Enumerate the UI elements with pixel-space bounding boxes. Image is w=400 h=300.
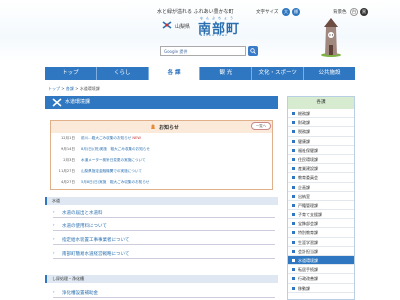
sidebar-item[interactable]: 移動課 — [288, 284, 354, 293]
sidebar-item[interactable]: 税務課 — [288, 127, 354, 137]
text-size-large-button[interactable]: 大 — [282, 8, 290, 16]
notice-date: 9月14日 — [60, 147, 75, 151]
sidebar: 各課 総務課 財政課 税務課 健康課 福祉保健課 住民環境課 産業建設課 教育委員会 企画課 出納… — [287, 96, 355, 300]
nav-culture-sports[interactable]: 文化・スポーツ — [252, 67, 305, 80]
list-item[interactable]: › 指定給水装置工事事業者について — [53, 234, 275, 245]
bell-icon — [151, 124, 155, 129]
notice-link[interactable]: 山梨県指定金融機関での実施について — [81, 169, 142, 173]
sidebar-item[interactable]: 会計担当課 — [288, 247, 354, 256]
page-title: 水道環境課 — [65, 99, 91, 105]
notice-link[interactable]: 5月8日(日)実施 粗大ごみ収集のお知らせ — [81, 180, 149, 184]
notice-row: 11月27日 山梨県指定金融機関での実施について — [57, 169, 142, 174]
breadcrumb-current: 水道環境課 — [79, 86, 100, 91]
new-badge: NEW — [132, 136, 141, 140]
bg-white-button[interactable]: 白 — [350, 8, 358, 16]
list-item[interactable]: › 南部町簡易水道経営戦略について — [53, 248, 275, 259]
list-item-label: 南部町簡易水道経営戦略について — [62, 252, 130, 257]
page-title-bar: 水道環境課 — [45, 96, 278, 109]
arrow-right-icon: › — [53, 209, 55, 214]
sidebar-item[interactable]: 産業建設課 — [288, 164, 354, 174]
arrow-right-icon: › — [53, 250, 55, 255]
breadcrumb: トップ > 各課 > 水道環境課 — [48, 86, 100, 92]
list-item-label: 浄化槽設置補助金 — [62, 291, 98, 296]
notice-link[interactable]: 水道メーター検針日変更の実施について — [81, 158, 146, 162]
nav-tourism[interactable]: 観 光 — [200, 67, 253, 80]
notice-date: 2月3日 — [63, 158, 75, 162]
nav-top[interactable]: トップ — [45, 67, 97, 80]
arrow-right-icon: › — [53, 222, 55, 227]
search-icon — [250, 48, 256, 54]
search-button[interactable] — [248, 46, 258, 56]
notice-row: 2月3日 水道メーター検針日変更の実施について — [57, 158, 146, 163]
sidebar-item[interactable]: 宝飾部会課 — [288, 219, 354, 229]
sidebar-item[interactable]: 出納室 — [288, 192, 354, 201]
notice-row: 9月14日 8月(日)(祝)実施 粗大ごみ収集のお知らせ — [57, 147, 150, 152]
sidebar-item[interactable]: 行政改善課 — [288, 274, 354, 284]
search-input[interactable]: Google 提供 — [160, 46, 246, 56]
town-emblem-icon — [162, 21, 172, 29]
notice-link[interactable]: 前川…粗大ごみ収集のお知らせ — [81, 136, 131, 140]
notice-date: 4月27日 — [60, 180, 75, 184]
text-size-label: 文字サイズ — [256, 10, 279, 15]
notice-date: 12月1日 — [60, 136, 75, 140]
list-item[interactable]: › 浄化槽設置補助金 — [53, 287, 275, 298]
breadcrumb-dept[interactable]: 各課 — [66, 86, 74, 91]
list-item-label: 水道の使用料について — [62, 224, 107, 229]
sidebar-item[interactable]: 住民環境課 — [288, 155, 354, 165]
sidebar-item[interactable]: 水道環境課 — [288, 256, 354, 266]
site-tagline: 水と緑が溢れる ふれあい豊かな町 — [157, 9, 234, 15]
sidebar-item[interactable]: 健康課 — [288, 137, 354, 146]
nav-public-facilities[interactable]: 公共施設 — [304, 67, 355, 80]
sidebar-item[interactable]: 戸籍管理課 — [288, 201, 354, 211]
list-item-label: 水道の届出と水道料 — [62, 211, 103, 216]
notice-row: 12月1日 前川…粗大ごみ収集のお知らせ NEW — [57, 136, 141, 141]
town-english-name: Nanbu Town — [200, 33, 229, 37]
sidebar-item[interactable]: 生涯学習課 — [288, 238, 354, 247]
notice-list-button[interactable]: 一覧へ — [251, 122, 271, 130]
list-item[interactable]: › 水道の使用料について — [53, 220, 275, 231]
notice-link[interactable]: 8月(日)(祝)実施 粗大ごみ収集のお知らせ — [81, 147, 150, 151]
sidebar-item[interactable]: 財政課 — [288, 118, 354, 128]
sidebar-item[interactable]: 教育委員会 — [288, 173, 354, 183]
sidebar-item[interactable]: 特別教育課 — [288, 228, 354, 238]
breadcrumb-top[interactable]: トップ — [48, 86, 60, 91]
page: 水と緑が溢れる ふれあい豊かな町 山梨県 なんぶちょう 南部町 Nanbu To… — [0, 0, 400, 300]
prefecture-name: 山梨県 — [175, 24, 191, 30]
sidebar-list: 総務課 財政課 税務課 健康課 福祉保健課 住民環境課 産業建設課 教育委員会 企画課 出納室 戸籍… — [288, 109, 354, 293]
sidebar-item[interactable]: 福祉保健課 — [288, 146, 354, 155]
site-header: 水と緑が溢れる ふれあい豊かな町 山梨県 なんぶちょう 南部町 Nanbu To… — [0, 0, 400, 62]
bg-black-button[interactable]: 黒 — [360, 8, 368, 16]
sidebar-title: 各課 — [288, 97, 354, 109]
nav-departments[interactable]: 各 課 — [148, 67, 201, 80]
section-heading-water: 水道 — [45, 197, 278, 205]
mascot-tower-illustration — [321, 18, 341, 57]
notice-date: 11月27日 — [58, 169, 75, 173]
text-size-standard-button[interactable]: 標 — [292, 8, 300, 16]
list-item[interactable]: › 水道の届出と水道料 — [53, 207, 275, 218]
notice-title: お知らせ — [159, 125, 179, 131]
section-heading-sewage: し尿処理・浄化槽 — [45, 275, 278, 283]
sidebar-item[interactable]: 子育て支援課 — [288, 210, 354, 220]
sidebar-item[interactable]: 総務課 — [288, 109, 354, 119]
sidebar-item[interactable]: 企画課 — [288, 183, 354, 192]
notice-header: お知らせ — [51, 121, 272, 133]
arrow-right-icon: › — [53, 289, 55, 294]
notice-row: 4月27日 5月8日(日)実施 粗大ごみ収集のお知らせ — [57, 180, 149, 185]
sidebar-item[interactable]: 転居手続課 — [288, 265, 354, 275]
global-nav: トップ くらし 各 課 観 光 文化・スポーツ 公共施設 — [45, 67, 355, 80]
search-brand: Google 提供 — [164, 49, 188, 54]
arrow-right-icon: › — [53, 236, 55, 241]
nav-living[interactable]: くらし — [97, 67, 149, 80]
list-item-label: 指定給水装置工事事業者について — [62, 238, 130, 243]
town-emblem-icon — [52, 98, 62, 107]
